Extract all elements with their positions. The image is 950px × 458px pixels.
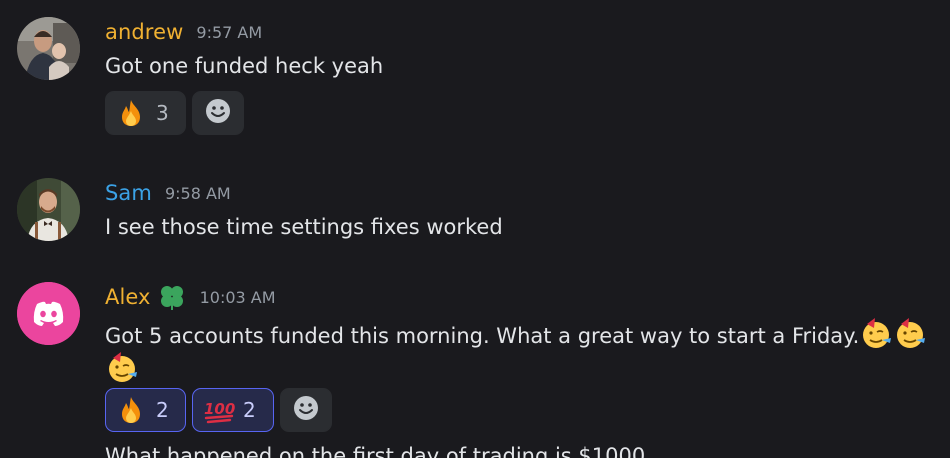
- partying-face-emoji-icon: [859, 316, 893, 350]
- message-text: Got one funded heck yeah: [105, 54, 384, 78]
- hundred-points-emoji-icon: 100: [203, 395, 235, 425]
- timestamp[interactable]: 9:57 AM: [196, 23, 262, 42]
- reaction-bar: 3: [105, 91, 244, 135]
- next-message-text: What happened on the first day of tradin…: [105, 444, 646, 458]
- partying-face-emoji-icon: [893, 316, 927, 350]
- reaction-fire[interactable]: 2: [105, 388, 186, 432]
- message-text: I see those time settings fixes worked: [105, 215, 503, 239]
- timestamp[interactable]: 10:03 AM: [200, 288, 276, 307]
- chat-message-list: andrew 9:57 AM Got one funded heck yeah …: [0, 0, 950, 458]
- timestamp[interactable]: 9:58 AM: [165, 184, 231, 203]
- reaction-count: 2: [156, 398, 169, 422]
- message-text: Got 5 accounts funded this morning. What…: [105, 316, 945, 384]
- reaction-hundred[interactable]: 100 2: [192, 388, 274, 432]
- avatar-sam[interactable]: [17, 178, 80, 241]
- message-text-content: Got 5 accounts funded this morning. What…: [105, 324, 860, 348]
- discord-logo-icon: [17, 282, 80, 345]
- author-name[interactable]: Sam: [105, 181, 152, 205]
- fire-emoji-icon: [116, 395, 146, 425]
- author-name[interactable]: andrew: [105, 20, 183, 44]
- avatar-andrew[interactable]: [17, 17, 80, 80]
- add-reaction-button[interactable]: [280, 388, 332, 432]
- add-reaction-button[interactable]: [192, 91, 244, 135]
- fire-emoji-icon: [116, 98, 146, 128]
- smiley-add-icon: [292, 394, 320, 427]
- avatar-alex[interactable]: [17, 282, 80, 345]
- reaction-bar: 2 100 2: [105, 388, 332, 432]
- partying-face-emoji-icon: [105, 350, 139, 384]
- reaction-fire[interactable]: 3: [105, 91, 186, 135]
- author-name[interactable]: Alex: [105, 285, 151, 309]
- reaction-count: 3: [156, 101, 169, 125]
- reaction-count: 2: [243, 398, 256, 422]
- clover-icon[interactable]: [157, 282, 187, 312]
- smiley-add-icon: [204, 97, 232, 130]
